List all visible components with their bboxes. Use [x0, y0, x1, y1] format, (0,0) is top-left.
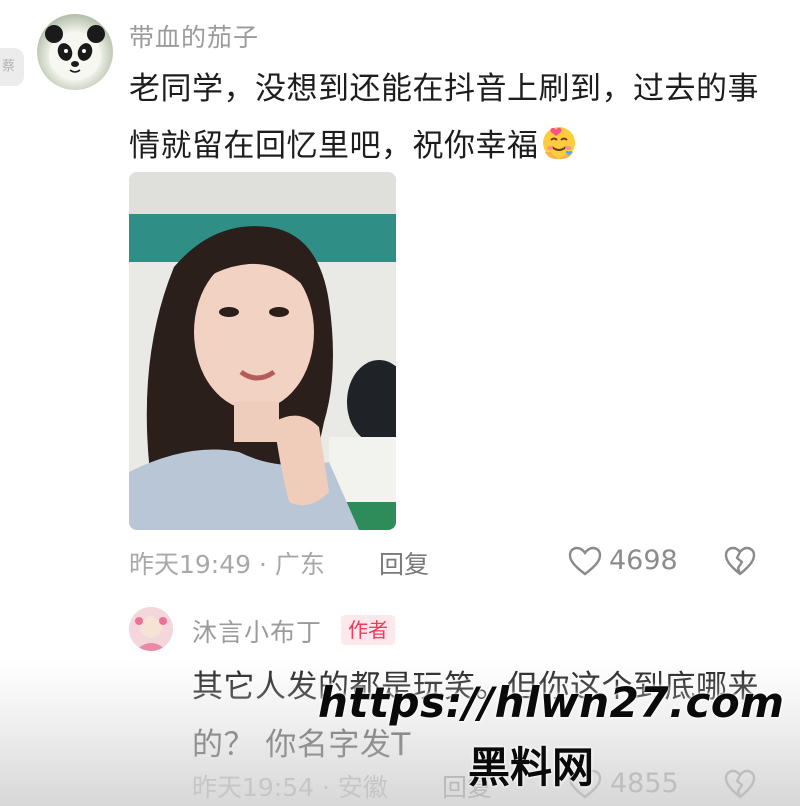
- heart-icon[interactable]: [567, 768, 603, 800]
- heart-icon[interactable]: [567, 545, 603, 577]
- reply-meta: 昨天19:54 · 安徽 回复 4855: [192, 766, 792, 802]
- avatar[interactable]: [37, 14, 113, 90]
- side-tab-label: 蔡: [2, 59, 16, 74]
- author-avatar-icon: [129, 607, 173, 651]
- comment-timestamp: 昨天19:49 · 广东: [129, 550, 325, 579]
- broken-heart-icon[interactable]: [723, 768, 757, 800]
- reply-text: 其它人发的都是玩笑。但你这个到底哪来的？ 你名字发T: [192, 669, 759, 763]
- reply-reply-button[interactable]: 回复: [442, 768, 492, 804]
- side-tab[interactable]: 蔡: [0, 48, 24, 86]
- photo-image: [129, 172, 396, 530]
- reply-like-count: 4855: [610, 768, 679, 799]
- comment-username[interactable]: 带血的茄子: [129, 18, 259, 54]
- reply-timestamp: 昨天19:54 · 安徽: [192, 773, 388, 802]
- broken-heart-icon[interactable]: [723, 545, 757, 577]
- comment-body: 老同学，没想到还能在抖音上刷到，过去的事情就留在回忆里吧，祝你幸福: [129, 61, 769, 175]
- panda-avatar-icon: [45, 25, 105, 80]
- like-count: 4698: [609, 545, 678, 576]
- comment-thread: 蔡 带血的茄子 老同学，没想到还能在抖音上刷到，过去的事情就留在回忆里吧，祝你幸…: [0, 0, 800, 806]
- author-badge: 作者: [341, 615, 395, 645]
- reply-username[interactable]: 沐言小布丁: [192, 613, 322, 649]
- comment-text: 老同学，没想到还能在抖音上刷到，过去的事情就留在回忆里吧，祝你幸福: [129, 71, 759, 164]
- comment-meta: 昨天19:49 · 广东 回复 4698: [129, 543, 769, 579]
- smiling-face-with-hearts-icon: [542, 127, 575, 160]
- comment-photo[interactable]: [129, 172, 396, 530]
- reply-avatar[interactable]: [129, 607, 173, 651]
- reply-button[interactable]: 回复: [379, 545, 429, 581]
